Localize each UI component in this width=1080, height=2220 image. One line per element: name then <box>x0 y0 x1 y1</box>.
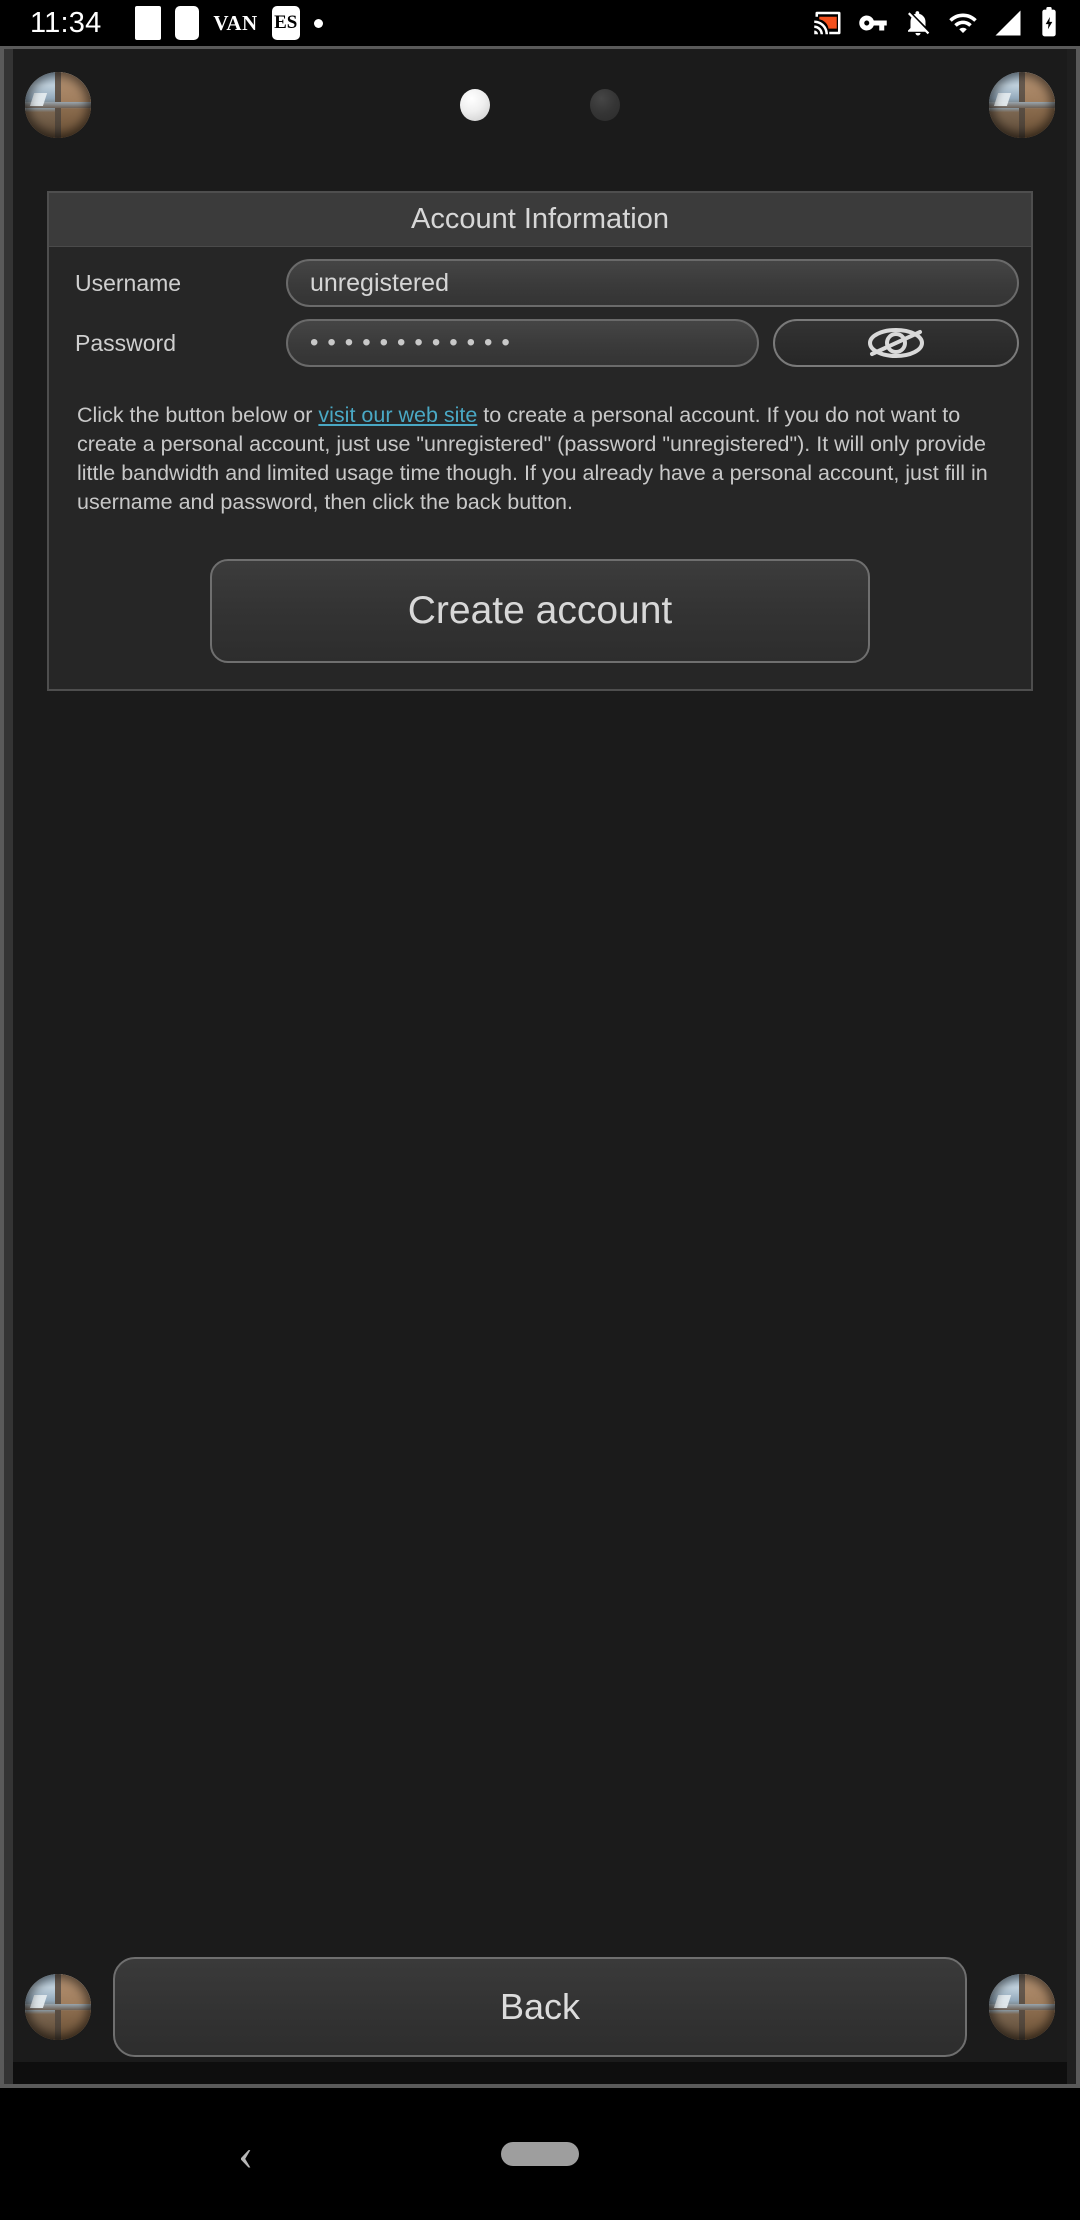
status-bar-clock: 11:34 <box>30 6 102 39</box>
android-navigation-bar: ‹ <box>0 2088 1080 2220</box>
username-row: Username unregistered <box>59 259 1021 307</box>
password-visibility-toggle-button[interactable] <box>773 319 1019 367</box>
android-status-bar: 11:34 VAN ES <box>0 0 1080 46</box>
username-input[interactable]: unregistered <box>286 259 1019 307</box>
password-input[interactable]: •••••••••••• <box>286 319 759 367</box>
password-label: Password <box>75 329 176 356</box>
home-pill-icon[interactable] <box>501 2142 579 2166</box>
cellular-signal-icon <box>995 10 1021 36</box>
battery-charging-icon <box>1042 7 1056 37</box>
notifications-off-icon <box>908 11 930 36</box>
panel-body: Username unregistered Password •••••••••… <box>49 247 1031 689</box>
white-square-icon <box>135 6 162 40</box>
small-dot-icon <box>313 18 323 28</box>
page-indicator-dot-inactive[interactable] <box>590 89 620 121</box>
app-bottom-bar: Back <box>13 1952 1067 2062</box>
eye-slash-icon <box>868 328 924 358</box>
account-information-panel: Account Information Username unregistere… <box>47 191 1033 691</box>
panel-title: Account Information <box>49 193 1031 247</box>
window-avatar-icon[interactable] <box>25 1974 91 2040</box>
vpn-label-icon: VAN <box>213 10 258 35</box>
page-indicator <box>13 89 1067 121</box>
username-label: Username <box>75 269 182 296</box>
window-avatar-icon[interactable] <box>989 1974 1055 2040</box>
account-blurb: Click the button below or visit our web … <box>59 379 1021 517</box>
web-site-link[interactable]: visit our web site <box>318 403 477 427</box>
wifi-icon <box>949 13 977 33</box>
app-window-frame: Account Information Username unregistere… <box>0 46 1080 2088</box>
es-app-icon: ES <box>271 6 300 40</box>
blurb-before-link: Click the button below or <box>77 403 319 427</box>
bottom-strip <box>13 2062 1067 2084</box>
app-top-bar <box>13 49 1067 161</box>
back-button[interactable]: Back <box>113 1957 967 2057</box>
vpn-key-icon <box>859 15 887 31</box>
status-bar-right-group <box>813 7 1060 39</box>
cast-icon <box>814 11 841 35</box>
nav-back-icon[interactable]: ‹ <box>238 2131 253 2177</box>
app-window: Account Information Username unregistere… <box>4 49 1076 2084</box>
window-avatar-icon[interactable] <box>25 72 91 138</box>
white-rounded-square-icon <box>175 6 200 40</box>
page-indicator-dot-active[interactable] <box>460 89 490 121</box>
password-row: Password •••••••••••• <box>59 319 1021 367</box>
status-bar-left-group: 11:34 VAN ES <box>20 6 813 40</box>
create-account-button[interactable]: Create account <box>210 559 870 663</box>
window-avatar-icon[interactable] <box>989 72 1055 138</box>
